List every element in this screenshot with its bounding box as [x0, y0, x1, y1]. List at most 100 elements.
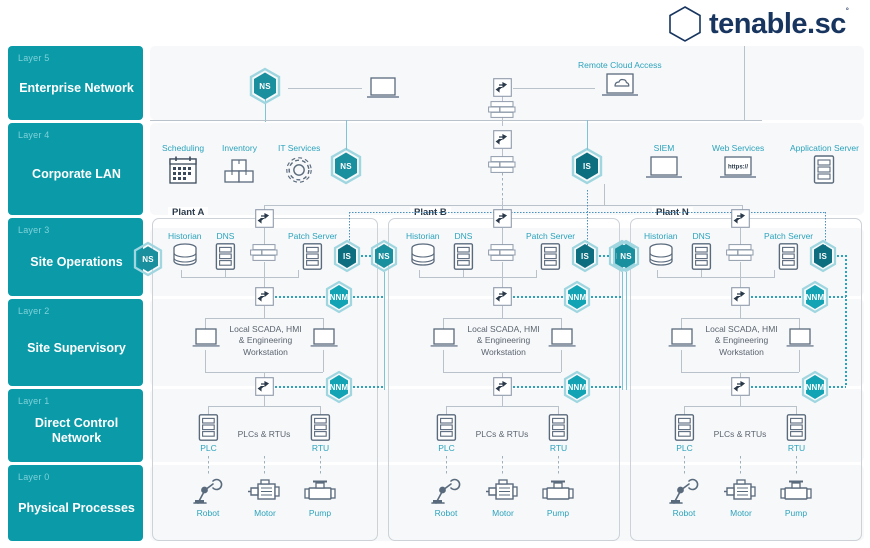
plant-a-sup-bus — [205, 318, 323, 319]
plant-a-rtu[interactable]: RTU — [310, 414, 331, 453]
router-plant-n[interactable] — [731, 209, 750, 228]
hex-ns-standalone[interactable]: NS — [133, 241, 163, 277]
hex-is-corporate[interactable]: IS — [571, 147, 603, 185]
plant-a-motor[interactable]: Motor — [247, 476, 283, 518]
plant-n-workstation-right[interactable] — [786, 328, 814, 350]
bus-enterprise — [150, 120, 762, 121]
router-plant-b[interactable] — [493, 209, 512, 228]
plant-b-dns[interactable]: DNS — [453, 231, 474, 270]
plant-b-rtu[interactable]: RTU — [548, 414, 569, 453]
plant-b-workstation-right[interactable] — [548, 328, 576, 350]
corp-node-web-services[interactable]: Web Services https:// — [712, 143, 764, 182]
router-corporate[interactable] — [493, 130, 512, 149]
plant-n-firewall[interactable] — [726, 244, 754, 261]
plant-a-pump[interactable]: Pump — [303, 476, 337, 518]
hex-label: IS — [583, 161, 591, 171]
node-label: Motor — [730, 508, 752, 518]
hex-nnm-l2-plant-a[interactable]: NNM — [325, 370, 353, 404]
plant-b-historian[interactable]: Historian — [406, 231, 440, 270]
corp-node-application-server[interactable]: Application Server — [790, 143, 859, 184]
corp-node-inventory[interactable]: Inventory — [222, 143, 257, 185]
hex-ns-corporate[interactable]: NS — [330, 147, 362, 185]
plant-a-dns[interactable]: DNS — [215, 231, 236, 270]
database-icon — [173, 243, 197, 266]
diagram-canvas: tenable.sc ˚ Layer 5 Enterprise Network … — [0, 0, 870, 548]
layer-card-5[interactable]: Layer 5 Enterprise Network — [8, 46, 143, 120]
layer-card-3[interactable]: Layer 3 Site Operations — [8, 218, 143, 296]
node-label: Historian — [406, 231, 440, 241]
plant-a-workstation-left[interactable] — [192, 328, 220, 350]
plant-a-patch-server[interactable]: Patch Server — [288, 231, 337, 270]
plant-n-robot[interactable]: Robot — [668, 476, 700, 518]
plant-b-workstation-left[interactable] — [430, 328, 458, 350]
plant-n-motor[interactable]: Motor — [723, 476, 759, 518]
enterprise-workstation[interactable] — [366, 76, 400, 102]
layer-card-2[interactable]: Layer 2 Site Supervisory — [8, 299, 143, 386]
firewall-icon — [488, 156, 516, 173]
firewall-icon — [726, 244, 754, 261]
hex-nnm-l2-plant-b[interactable]: NNM — [563, 370, 591, 404]
hex-is-plant-b[interactable]: IS — [571, 239, 599, 273]
plant-a-firewall[interactable] — [250, 244, 278, 261]
node-label: RTU — [311, 443, 330, 453]
link-router-nnm2-b — [513, 386, 563, 388]
hex-is-plant-n[interactable]: IS — [809, 239, 837, 273]
hex-is-plant-a[interactable]: IS — [333, 239, 361, 273]
plant-a-phys-link-1 — [208, 456, 209, 474]
router-plant-n-l2[interactable] — [731, 287, 750, 306]
plant-n-pump[interactable]: Pump — [779, 476, 813, 518]
node-label: Robot — [434, 508, 458, 518]
plant-n-workstation-left[interactable] — [668, 328, 696, 350]
plant-a-spine-mid — [264, 262, 265, 290]
plant-a-workstation-right[interactable] — [310, 328, 338, 350]
plant-b-pump[interactable]: Pump — [541, 476, 575, 518]
plant-n-phys-link-1 — [684, 456, 685, 474]
plant-b-robot[interactable]: Robot — [430, 476, 462, 518]
hex-nnm-l3-plant-a[interactable]: NNM — [325, 280, 353, 314]
hex-nnm-l2-plant-n[interactable]: NNM — [801, 370, 829, 404]
router-plant-b-l1[interactable] — [493, 377, 512, 396]
hex-ns-enterprise[interactable]: NS — [249, 67, 281, 105]
hex-nnm-l3-plant-n[interactable]: NNM — [801, 280, 829, 314]
hex-ns-plant-a[interactable]: NS — [370, 239, 398, 273]
layer-card-4[interactable]: Layer 4 Corporate LAN — [8, 123, 143, 215]
link-fw-corp-down — [502, 173, 503, 201]
link-router-nnm2-n — [751, 386, 801, 388]
plant-n-plc[interactable]: PLC — [674, 414, 695, 453]
plant-n-dns[interactable]: DNS — [691, 231, 712, 270]
router-plant-a-l2[interactable] — [255, 287, 274, 306]
hex-ns-plant-n[interactable]: NS — [612, 239, 640, 273]
corp-node-siem[interactable]: SIEM — [645, 143, 683, 182]
plant-n-spine-l2 — [740, 306, 741, 318]
firewall-corporate[interactable] — [488, 156, 516, 173]
remote-cloud-access[interactable]: Remote Cloud Access — [578, 60, 662, 100]
is-backbone-b — [587, 190, 588, 246]
layer-card-1[interactable]: Layer 1 Direct Control Network — [8, 389, 143, 462]
hex-nnm-l3-plant-b[interactable]: NNM — [563, 280, 591, 314]
plant-a-robot[interactable]: Robot — [192, 476, 224, 518]
corp-node-scheduling[interactable]: Scheduling — [162, 143, 204, 185]
corp-node-it-services[interactable]: IT Services — [278, 143, 320, 185]
plant-a-plc[interactable]: PLC — [198, 414, 219, 453]
node-label: Motor — [492, 508, 514, 518]
router-icon — [731, 209, 750, 228]
router-plant-b-l2[interactable] — [493, 287, 512, 306]
plant-n-historian[interactable]: Historian — [644, 231, 678, 270]
node-label: Patch Server — [526, 231, 576, 241]
plant-a-historian[interactable]: Historian — [168, 231, 202, 270]
plant-b-plc[interactable]: PLC — [436, 414, 457, 453]
server-rack-icon — [814, 155, 835, 184]
plant-n-patch-server[interactable]: Patch Server — [764, 231, 813, 270]
router-enterprise[interactable] — [493, 78, 512, 97]
plant-b-motor[interactable]: Motor — [485, 476, 521, 518]
router-plant-a[interactable] — [255, 209, 274, 228]
firewall-enterprise[interactable] — [488, 101, 516, 118]
router-plant-n-l1[interactable] — [731, 377, 750, 396]
router-plant-a-l1[interactable] — [255, 377, 274, 396]
plant-b-ctrl-bus — [446, 406, 558, 407]
plant-b-firewall[interactable] — [488, 244, 516, 261]
plant-n-rtu[interactable]: RTU — [786, 414, 807, 453]
plant-b-patch-server[interactable]: Patch Server — [526, 231, 575, 270]
layer-card-0[interactable]: Layer 0 Physical Processes — [8, 465, 143, 541]
node-label: Patch Server — [764, 231, 814, 241]
